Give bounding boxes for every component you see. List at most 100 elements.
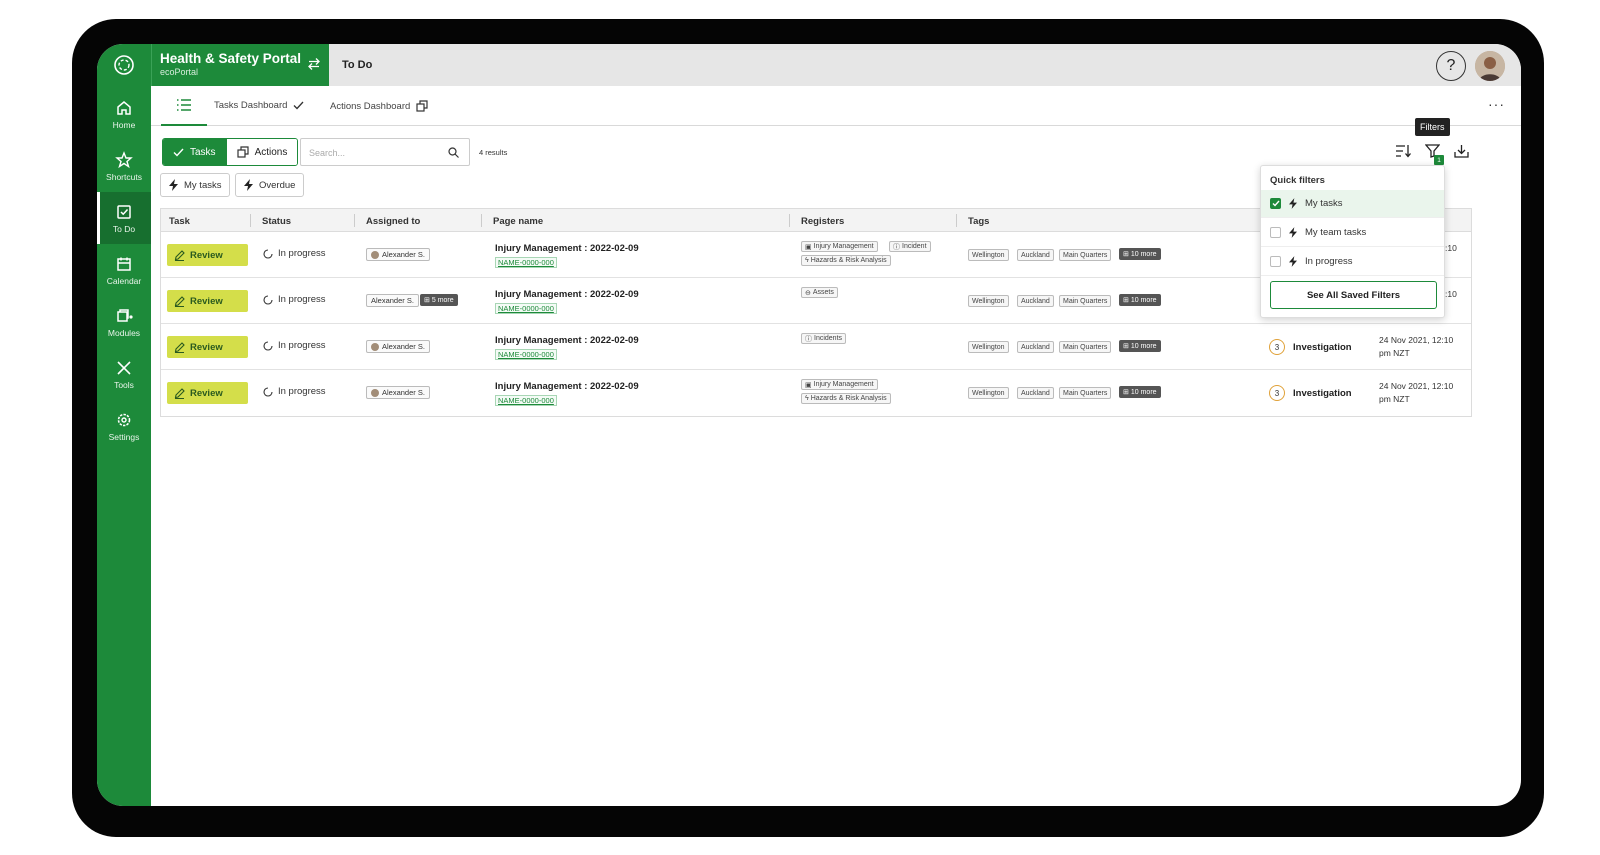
register-chip[interactable]: ▣ Injury Management xyxy=(801,241,878,252)
assignee-chip[interactable]: Alexander S. xyxy=(366,248,430,261)
checkbox-unchecked[interactable] xyxy=(1270,256,1281,267)
tag-chip[interactable]: Auckland xyxy=(1017,341,1054,353)
page-id-link[interactable]: NAME-0000-000 xyxy=(495,257,557,268)
assignee-name: Alexander S. xyxy=(371,296,414,305)
ecoportal-logo[interactable] xyxy=(97,44,151,86)
table-row[interactable]: Review In progress Alexander S. Injury M… xyxy=(161,324,1471,370)
register-label: Hazards & Risk Analysis xyxy=(810,395,887,402)
more-label: 10 more xyxy=(1130,250,1157,258)
download-icon[interactable] xyxy=(1454,144,1469,158)
sidebar-item-tools[interactable]: Tools xyxy=(97,348,151,400)
column-header-registers[interactable]: Registers xyxy=(801,216,844,227)
tag-chip[interactable]: Wellington xyxy=(968,249,1009,261)
register-chip[interactable]: ϟ Hazards & Risk Analysis xyxy=(801,393,891,404)
column-header-assigned[interactable]: Assigned to xyxy=(366,216,420,227)
search-icon xyxy=(448,147,459,158)
portal-switcher[interactable]: Health & Safety Portal ecoPortal xyxy=(151,44,329,86)
tag-chip[interactable]: Main Quarters xyxy=(1059,387,1112,399)
tab-actions-dashboard[interactable]: Actions Dashboard xyxy=(330,100,428,112)
quick-filter-chip-overdue[interactable]: Overdue xyxy=(235,173,305,197)
logo-icon xyxy=(114,55,134,75)
table-row[interactable]: Review In progress Alexander S. Injury M… xyxy=(161,370,1471,416)
page-id-link[interactable]: NAME-0000-000 xyxy=(495,303,557,314)
column-header-status[interactable]: Status xyxy=(262,216,291,227)
assignee-chip[interactable]: Alexander S. xyxy=(366,386,430,399)
tag-chip[interactable]: Wellington xyxy=(968,341,1009,353)
help-button[interactable]: ? xyxy=(1436,51,1466,81)
assignee-more-badge[interactable]: ⊞ 5 more xyxy=(420,294,458,306)
see-all-saved-filters-button[interactable]: See All Saved Filters xyxy=(1270,281,1437,309)
register-chip[interactable]: ϟ Hazards & Risk Analysis xyxy=(801,255,891,266)
tab-tasks-dashboard[interactable]: Tasks Dashboard xyxy=(214,100,304,111)
page-id-link[interactable]: NAME-0000-000 xyxy=(495,349,557,360)
assignee-name: Alexander S. xyxy=(382,342,425,351)
edit-icon xyxy=(174,249,185,261)
actions-toggle-button[interactable]: Actions xyxy=(225,139,298,165)
sidebar-item-modules[interactable]: Modules xyxy=(97,296,151,348)
tag-chip[interactable]: Main Quarters xyxy=(1059,341,1112,353)
checkbox-unchecked[interactable] xyxy=(1270,227,1281,238)
quick-filter-option-my-tasks[interactable]: My tasks xyxy=(1261,190,1444,218)
status-text: In progress xyxy=(278,248,326,259)
tag-chip[interactable]: Auckland xyxy=(1017,249,1054,261)
sidebar-item-settings[interactable]: Settings xyxy=(97,400,151,452)
tag-chip[interactable]: Main Quarters xyxy=(1059,295,1112,307)
plus-box-icon: ⊞ xyxy=(1123,389,1129,396)
review-button[interactable]: Review xyxy=(167,382,248,404)
sidebar-item-calendar[interactable]: Calendar xyxy=(97,244,151,296)
register-chip[interactable]: ▣ Injury Management xyxy=(801,379,878,390)
quick-filter-option-in-progress[interactable]: In progress xyxy=(1261,248,1444,276)
register-chip[interactable]: ⓘ Incidents xyxy=(801,333,847,344)
tasks-toggle-button[interactable]: Tasks xyxy=(163,139,226,165)
more-options-icon[interactable]: ··· xyxy=(1488,96,1505,112)
checkbox-checked[interactable] xyxy=(1270,198,1281,209)
review-button[interactable]: Review xyxy=(167,336,248,358)
tag-chip[interactable]: Auckland xyxy=(1017,387,1054,399)
page-title: To Do xyxy=(342,59,373,71)
sidebar-item-home[interactable]: Home xyxy=(97,88,151,140)
sidebar-item-todo[interactable]: To Do xyxy=(97,192,151,244)
tag-chip[interactable]: Auckland xyxy=(1017,295,1054,307)
option-label: In progress xyxy=(1305,256,1353,267)
lightning-icon: ϟ xyxy=(805,257,809,264)
search-input[interactable]: Search... xyxy=(300,138,470,166)
tag-chip[interactable]: Main Quarters xyxy=(1059,249,1112,261)
column-header-tags[interactable]: Tags xyxy=(968,216,989,227)
page-name[interactable]: Injury Management : 2022-02-09 xyxy=(495,381,639,392)
tag-chip[interactable]: Wellington xyxy=(968,295,1009,307)
lightning-icon xyxy=(1289,227,1297,238)
tag-chip[interactable]: Wellington xyxy=(968,387,1009,399)
status-cell: In progress xyxy=(263,248,326,259)
register-chip[interactable]: ⓘ Incident xyxy=(889,241,931,252)
page-name[interactable]: Injury Management : 2022-02-09 xyxy=(495,335,639,346)
quick-filter-chip-my-tasks[interactable]: My tasks xyxy=(160,173,231,197)
top-bar: Health & Safety Portal ecoPortal To Do ? xyxy=(151,44,1521,86)
assignee-chip[interactable]: Alexander S. xyxy=(366,294,419,307)
tab-list-view[interactable] xyxy=(161,86,207,126)
tags-more-badge[interactable]: ⊞ 10 more xyxy=(1119,294,1161,306)
tags-more-badge[interactable]: ⊞ 10 more xyxy=(1119,248,1161,260)
page-name[interactable]: Injury Management : 2022-02-09 xyxy=(495,289,639,300)
sort-icon[interactable] xyxy=(1395,144,1411,158)
page-name[interactable]: Injury Management : 2022-02-09 xyxy=(495,243,639,254)
column-header-task[interactable]: Task xyxy=(169,216,190,227)
review-button[interactable]: Review xyxy=(167,244,248,266)
review-button[interactable]: Review xyxy=(167,290,248,312)
more-label: 10 more xyxy=(1130,388,1157,396)
stage-number: 3 xyxy=(1269,339,1285,355)
tags-more-badge[interactable]: ⊞ 10 more xyxy=(1119,340,1161,352)
lightning-icon: ϟ xyxy=(805,395,809,402)
quick-filter-option-my-team-tasks[interactable]: My team tasks xyxy=(1261,219,1444,247)
page-id-link[interactable]: NAME-0000-000 xyxy=(495,395,557,406)
register-chip[interactable]: ⊖ Assets xyxy=(801,287,838,298)
user-avatar[interactable] xyxy=(1475,51,1505,81)
column-header-page-name[interactable]: Page name xyxy=(493,216,543,227)
modules-icon xyxy=(117,308,133,322)
due-date: :10 xyxy=(1445,243,1457,253)
lightning-icon xyxy=(244,179,253,191)
assignee-chip[interactable]: Alexander S. xyxy=(366,340,430,353)
register-label: Incident xyxy=(902,243,927,250)
check-icon xyxy=(1272,200,1280,207)
sidebar-item-shortcuts[interactable]: Shortcuts xyxy=(97,140,151,192)
tags-more-badge[interactable]: ⊞ 10 more xyxy=(1119,386,1161,398)
